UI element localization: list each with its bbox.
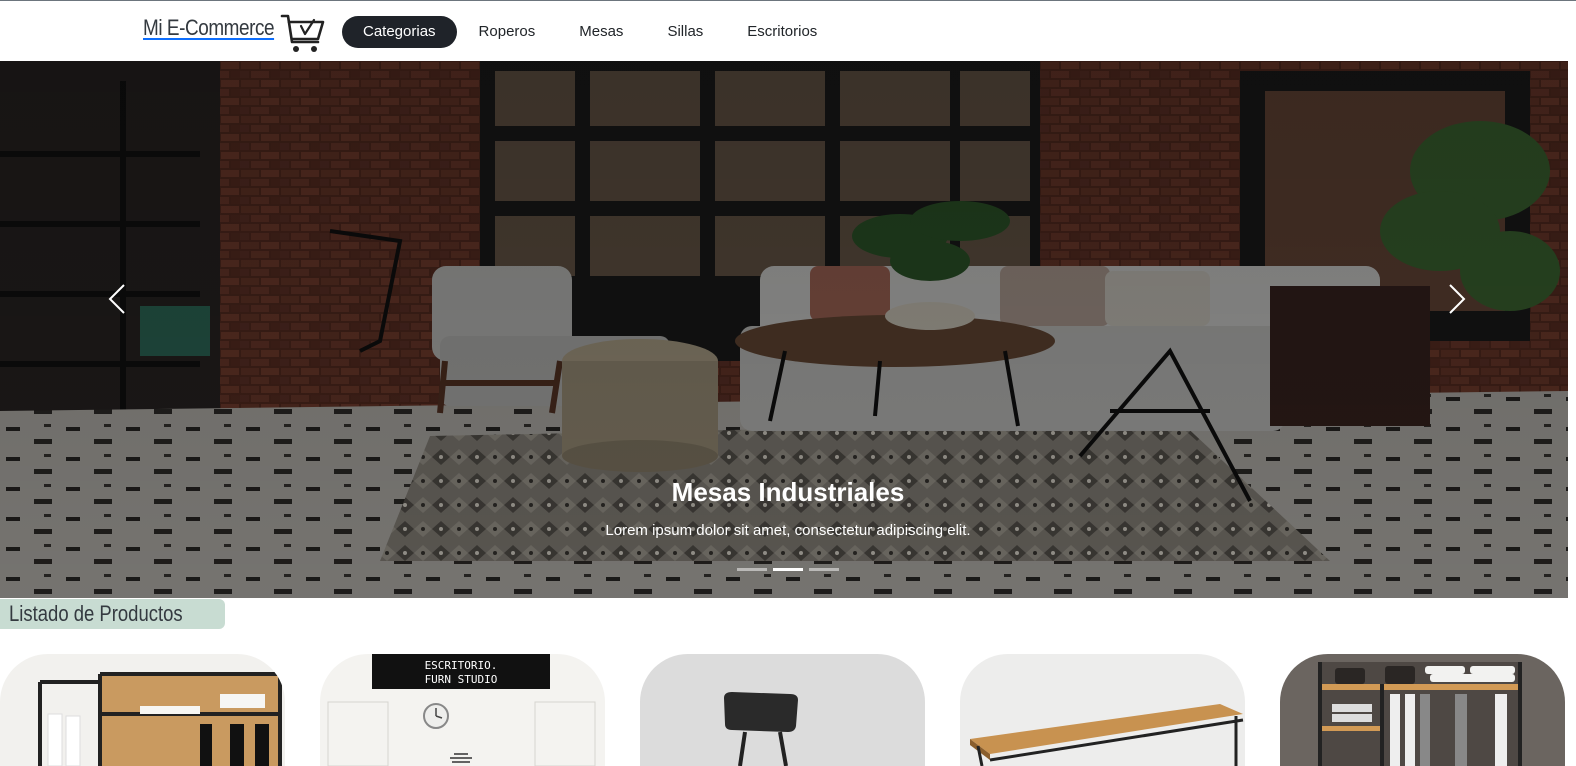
navbar: Mi E-Commerce Categorias Roperos Mesas S…: [0, 0, 1576, 61]
nav-item-roperos[interactable]: Roperos: [457, 16, 558, 48]
chair-image: [640, 654, 925, 766]
sign-line-1: ESCRITORIO.: [425, 659, 498, 672]
nav-item-categorias[interactable]: Categorias: [342, 16, 457, 48]
wardrobe-rack-image: [0, 654, 285, 766]
carousel-indicators: [737, 568, 839, 571]
slide-title: Mesas Industriales: [671, 477, 905, 507]
nav-links: Categorias Roperos Mesas Sillas Escritor…: [342, 16, 839, 48]
carousel-indicator-1[interactable]: [737, 568, 767, 571]
nav-item-sillas[interactable]: Sillas: [645, 16, 725, 48]
product-card-5[interactable]: [1280, 654, 1565, 766]
shopping-cart-icon: [280, 14, 325, 52]
desk-studio-image: ESCRITORIO. FURN STUDIO: [320, 654, 605, 766]
products-section-title-text: Listado de Productos: [9, 601, 183, 626]
products-section-title: Listado de Productos: [0, 599, 225, 629]
hero-carousel: Mesas Industriales Lorem ipsum dolor sit…: [0, 61, 1568, 598]
sign-line-2: FURN STUDIO: [425, 673, 498, 686]
chevron-left-icon[interactable]: [98, 279, 138, 319]
brand-link[interactable]: Mi E-Commerce: [143, 14, 325, 52]
brand-name: Mi E-Commerce: [143, 15, 275, 40]
slide-description: Lorem ipsum dolor sit amet, consectetur …: [605, 522, 971, 539]
nav-item-escritorios[interactable]: Escritorios: [725, 16, 839, 48]
nav-item-mesas[interactable]: Mesas: [557, 16, 645, 48]
carousel-indicator-2[interactable]: [773, 568, 803, 571]
carousel-indicator-3[interactable]: [809, 568, 839, 571]
carousel-slide-image: [0, 61, 1568, 598]
shelving-unit-image: [1280, 654, 1565, 766]
product-card-1[interactable]: [0, 654, 285, 766]
product-card-2[interactable]: ESCRITORIO. FURN STUDIO: [320, 654, 605, 766]
product-card-4[interactable]: [960, 654, 1245, 766]
chevron-right-icon[interactable]: [1436, 279, 1476, 319]
product-card-3[interactable]: [640, 654, 925, 766]
console-table-image: [960, 654, 1245, 766]
